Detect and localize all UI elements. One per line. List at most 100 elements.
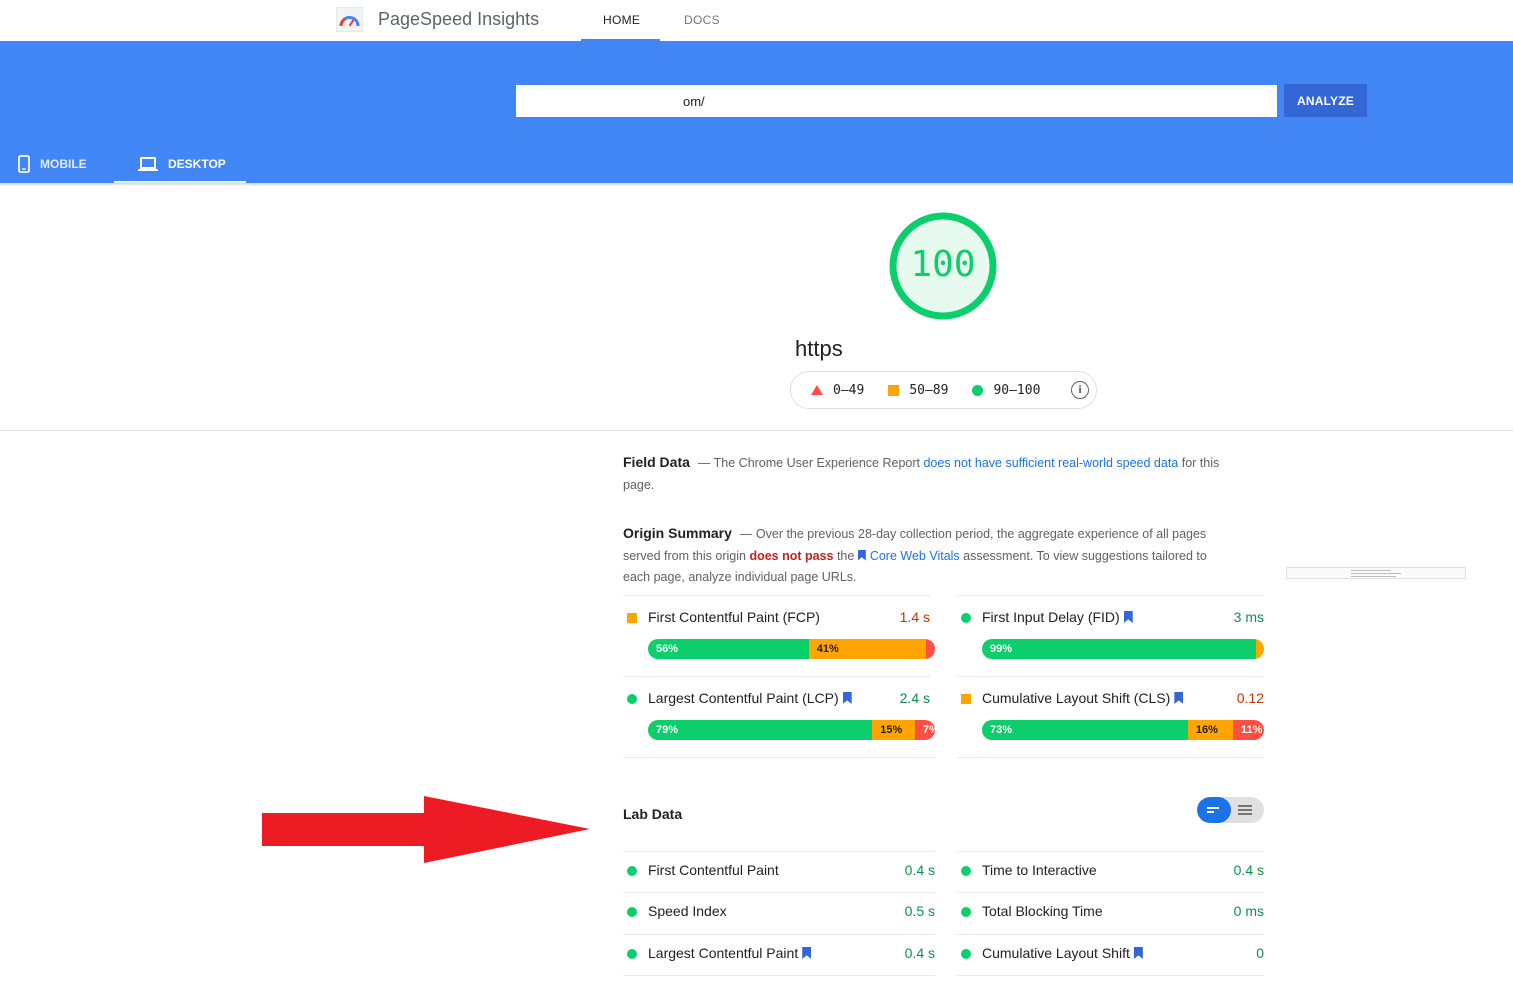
field-data-heading: Field Data — [623, 454, 690, 470]
field-metric-value: 2.4 s — [899, 690, 930, 706]
view-toggle[interactable] — [1197, 797, 1264, 823]
tab-desktop-label: DESKTOP — [168, 157, 226, 171]
origin-summary-fail: does not pass — [749, 548, 834, 563]
tab-docs[interactable]: DOCS — [684, 13, 720, 27]
lab-bottom-divider — [623, 975, 935, 976]
core-web-vitals-label: Core Web Vitals — [869, 548, 960, 563]
lab-metric-row: Total Blocking Time 0 ms — [957, 892, 1264, 934]
field-data-section: Field Data — The Chrome User Experience R… — [623, 452, 1223, 496]
field-metric-name[interactable]: First Contentful Paint (FCP) — [648, 609, 820, 625]
field-metric: Largest Contentful Paint (LCP) 2.4 s 79%… — [623, 676, 935, 756]
distribution-segment: 1% — [1256, 639, 1264, 659]
pass-circle-icon — [627, 949, 637, 959]
lab-metric-row: Time to Interactive 0.4 s — [957, 851, 1264, 893]
distribution-segment: 3% — [926, 639, 935, 659]
lab-metric-name[interactable]: Total Blocking Time — [982, 903, 1103, 919]
lab-metric-row: Cumulative Layout Shift 0 — [957, 934, 1264, 976]
bookmark-icon — [1123, 611, 1133, 623]
bookmark-icon — [802, 947, 812, 959]
lab-bottom-divider — [957, 975, 1264, 976]
lab-metric-value: 0.4 s — [904, 862, 935, 878]
origin-summary-section: Origin Summary — Over the previous 28-day… — [623, 523, 1223, 589]
tab-desktop[interactable]: DESKTOP — [138, 145, 226, 183]
distribution-segment: 73% — [982, 720, 1188, 740]
lab-metric-name[interactable]: Largest Contentful Paint — [648, 945, 812, 961]
distribution-bar: 79%15%7% — [648, 720, 935, 740]
origin-summary-heading: Origin Summary — [623, 525, 732, 541]
page-thumbnail — [1286, 567, 1466, 579]
distribution-segment: 11% — [1232, 720, 1264, 740]
field-data-text: — The Chrome User Experience Report — [697, 456, 924, 470]
lab-metric-name[interactable]: First Contentful Paint — [648, 862, 779, 878]
lab-metric-row: Largest Contentful Paint 0.4 s — [623, 934, 935, 976]
analyze-button[interactable]: ANALYZE — [1284, 84, 1367, 117]
field-metric: First Input Delay (FID) 3 ms 99%1% — [957, 595, 1264, 675]
lab-metric-name[interactable]: Time to Interactive — [982, 862, 1097, 878]
distribution-segment: 16% — [1187, 720, 1233, 740]
lab-metric-value: 0 ms — [1233, 903, 1264, 919]
lab-data-heading: Lab Data — [623, 806, 683, 822]
distribution-bar: 99%1% — [982, 639, 1264, 659]
bookmark-icon — [1174, 692, 1184, 704]
distribution-segment: 7% — [914, 720, 935, 740]
info-icon[interactable]: i — [1071, 381, 1089, 399]
lab-metric-value: 0 — [1256, 945, 1264, 961]
average-square-icon — [627, 613, 637, 623]
top-nav: PageSpeed Insights HOME DOCS — [0, 0, 1513, 41]
field-metric-name[interactable]: Largest Contentful Paint (LCP) — [648, 690, 852, 706]
lab-metric-value: 0.5 s — [904, 903, 935, 919]
pass-circle-icon — [961, 613, 971, 623]
legend-pass-label: 90–100 — [993, 382, 1041, 398]
legend-fail: 0–49 — [811, 383, 864, 398]
field-metric-name[interactable]: First Input Delay (FID) — [982, 609, 1133, 625]
header-banner: ANALYZE MOBILE DESKTOP — [0, 41, 1513, 183]
distribution-segment: 56% — [648, 639, 809, 659]
pass-circle-icon — [627, 866, 637, 876]
lab-metric-value: 0.4 s — [1233, 862, 1264, 878]
triangle-icon — [811, 385, 823, 395]
phone-icon — [18, 155, 30, 173]
tab-home[interactable]: HOME — [603, 13, 640, 27]
field-metric: First Contentful Paint (FCP) 1.4 s 56% 41… — [623, 595, 935, 675]
core-web-vitals-link[interactable]: Core Web Vitals — [857, 548, 960, 563]
lab-metric-name[interactable]: Cumulative Layout Shift — [982, 945, 1143, 961]
lab-metric-row: Speed Index 0.5 s — [623, 892, 935, 934]
field-bottom-divider — [623, 757, 935, 758]
origin-summary-text-2: the — [833, 548, 858, 563]
bookmark-icon — [857, 549, 866, 561]
laptop-icon — [138, 156, 158, 171]
pass-circle-icon — [961, 866, 971, 876]
field-metric-name[interactable]: Cumulative Layout Shift (CLS) — [982, 690, 1184, 706]
distribution-segment: 41% — [808, 639, 927, 659]
tab-mobile-label: MOBILE — [40, 157, 87, 171]
distribution-segment: 15% — [872, 720, 915, 740]
red-arrow-annotation — [262, 796, 590, 863]
url-input[interactable] — [516, 85, 1277, 117]
pagespeed-logo-icon[interactable] — [336, 7, 363, 32]
lab-metric-name[interactable]: Speed Index — [648, 903, 727, 919]
field-metric: Cumulative Layout Shift (CLS) 0.12 73% 16… — [957, 676, 1264, 756]
field-data-link[interactable]: does not have sufficient real-world spee… — [923, 456, 1178, 470]
tab-mobile[interactable]: MOBILE — [18, 145, 87, 183]
lab-metric-value: 0.4 s — [904, 945, 935, 961]
legend-average: 50–89 — [888, 383, 948, 398]
brand-title[interactable]: PageSpeed Insights — [378, 9, 539, 30]
distribution-bar: 56%41%3% — [648, 639, 935, 659]
field-bottom-divider — [957, 757, 1264, 758]
pass-circle-icon — [627, 907, 637, 917]
field-metric-value: 1.4 s — [899, 609, 930, 625]
field-metric-value: 3 ms — [1233, 609, 1264, 625]
analyzed-url: https — [795, 336, 843, 361]
bookmark-icon — [1133, 947, 1143, 959]
pass-circle-icon — [961, 949, 971, 959]
bookmark-icon — [842, 692, 852, 704]
distribution-segment: 79% — [648, 720, 873, 740]
field-metric-value: 0.12 — [1236, 690, 1264, 706]
average-square-icon — [961, 694, 971, 704]
performance-score: 100 — [910, 244, 976, 285]
legend-pass: 90–100 — [972, 383, 1040, 398]
section-divider — [0, 430, 1513, 431]
score-legend: 0–49 50–89 90–100 i — [790, 371, 1097, 409]
toggle-compact[interactable] — [1197, 797, 1231, 823]
distribution-bar: 73% 16% 11% — [982, 720, 1264, 740]
